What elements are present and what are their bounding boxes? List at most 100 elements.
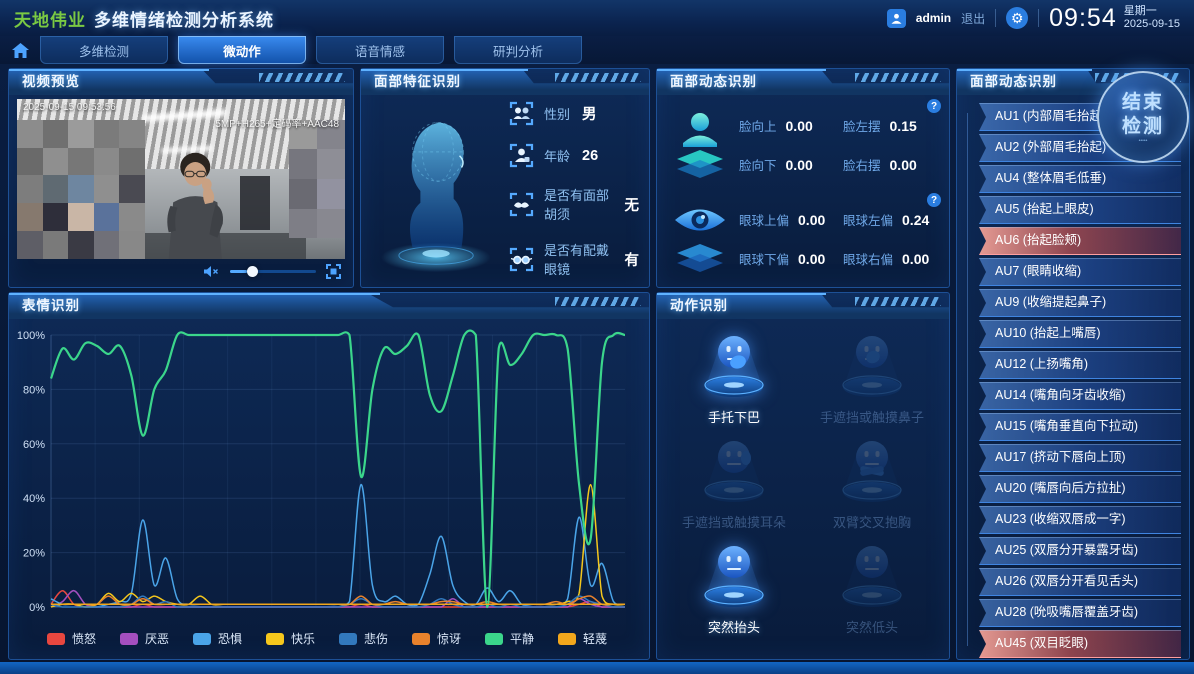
svg-text:60%: 60% <box>23 439 45 451</box>
panel-title: 动作识别 <box>657 293 949 319</box>
panel-title: 面部动态识别 <box>657 69 949 95</box>
feature-label: 性别 <box>544 104 570 123</box>
action-label: 手遮挡或触摸耳朵 <box>682 512 786 531</box>
action-hologram-icon <box>688 325 780 405</box>
person-in-video <box>151 131 240 259</box>
au-item[interactable]: AU10 (抬起上嘴唇) <box>979 320 1181 348</box>
au-item[interactable]: AU25 (双唇分开暴露牙齿) <box>979 537 1181 565</box>
fullscreen-icon[interactable] <box>326 264 341 279</box>
legend-item[interactable]: 悲伤 <box>339 630 388 647</box>
au-item[interactable]: AU28 (吮吸嘴唇覆盖牙齿) <box>979 599 1181 627</box>
au-item[interactable]: AU14 (嘴角向牙齿收缩) <box>979 382 1181 410</box>
app-title: 多维情绪检测分析系统 <box>94 6 274 31</box>
dynamics-label: 脸向下 <box>739 155 777 174</box>
legend-item[interactable]: 快乐 <box>266 630 315 647</box>
stop-detection-button[interactable]: 结束 检测 <box>1097 71 1189 163</box>
legend-label: 悲伤 <box>364 630 388 647</box>
feature-row: 年龄26 <box>509 143 639 168</box>
action-item[interactable]: 突然抬头 <box>665 535 803 636</box>
feature-value: 26 <box>582 148 598 164</box>
age-icon <box>509 143 534 168</box>
weekday: 星期一 <box>1124 5 1180 18</box>
beard-icon <box>509 192 534 217</box>
action-label: 手遮挡或触摸鼻子 <box>820 407 924 426</box>
action-item[interactable]: 突然低头 <box>803 535 941 636</box>
au-item[interactable]: AU12 (上扬嘴角) <box>979 351 1181 379</box>
mute-icon[interactable] <box>204 265 220 278</box>
au-item[interactable]: AU23 (收缩双唇成一字) <box>979 506 1181 534</box>
tab-2[interactable]: 微动作 <box>178 36 306 64</box>
home-icon[interactable] <box>0 36 40 64</box>
legend-label: 快乐 <box>291 630 315 647</box>
action-item[interactable]: 双臂交叉抱胸 <box>803 430 941 531</box>
au-item[interactable]: AU4 (整体眉毛低垂) <box>979 165 1181 193</box>
svg-text:100%: 100% <box>17 330 45 342</box>
legend-item[interactable]: 恐惧 <box>193 630 242 647</box>
dynamics-value: 0.00 <box>786 118 813 134</box>
au-item[interactable]: AU20 (嘴唇向后方拉扯) <box>979 475 1181 503</box>
help-icon[interactable]: ? <box>927 99 941 113</box>
stop-button-line2: 检测 <box>1122 115 1164 139</box>
au-item[interactable]: AU26 (双唇分开看见舌头) <box>979 568 1181 596</box>
volume-slider[interactable] <box>230 270 316 273</box>
au-item[interactable]: AU5 (抬起上眼皮) <box>979 196 1181 224</box>
tab-1[interactable]: 多维检测 <box>40 36 168 64</box>
action-item[interactable]: 手遮挡或触摸耳朵 <box>665 430 803 531</box>
date: 2025-09-15 <box>1124 18 1180 31</box>
user-avatar-icon <box>887 9 906 28</box>
au-item[interactable]: AU15 (嘴角垂直向下拉动) <box>979 413 1181 441</box>
dynamics-label: 脸向上 <box>739 116 777 135</box>
brand-logo: 天地伟业 <box>14 6 86 31</box>
action-hologram-icon <box>826 325 918 405</box>
footer-bar <box>0 662 1194 674</box>
action-hologram-icon <box>688 430 780 510</box>
dynamics-label: 眼球下偏 <box>739 249 789 268</box>
action-item[interactable]: 手遮挡或触摸鼻子 <box>803 325 941 426</box>
gender-icon <box>509 101 534 126</box>
divider <box>995 9 996 27</box>
nav-bar: 多维检测微动作语音情感研判分析 <box>0 36 1194 64</box>
dynamics-sections: 脸向上0.00脸左摆0.15脸向下0.00脸右摆0.00?眼球上偏0.00眼球左… <box>657 95 949 281</box>
dynamics-value: 0.24 <box>902 212 929 228</box>
clock: 09:54 星期一 2025-09-15 <box>1049 4 1180 33</box>
au-item[interactable]: AU17 (挤动下唇向上顶) <box>979 444 1181 472</box>
tab-4[interactable]: 研判分析 <box>454 36 582 64</box>
dynamics-section: 眼球上偏0.00眼球左偏0.24眼球下偏0.00眼球右偏0.00? <box>667 197 939 281</box>
logout-button[interactable]: 退出 <box>961 10 985 27</box>
legend-item[interactable]: 平静 <box>485 630 534 647</box>
legend-label: 轻蔑 <box>583 630 607 647</box>
legend-item[interactable]: 厌恶 <box>120 630 169 647</box>
video-player[interactable]: 2025-09-15 09:53:56 5MP+H265+定码率+AAC48 <box>17 99 345 259</box>
dynamics-cell: 眼球右偏0.00 <box>843 249 939 268</box>
panel-header: 视频预览 <box>9 69 353 95</box>
nav-tabs: 多维检测微动作语音情感研判分析 <box>40 36 592 64</box>
time: 09:54 <box>1049 4 1117 33</box>
legend-swatch <box>193 633 211 645</box>
action-item[interactable]: 手托下巴 <box>665 325 803 426</box>
dynamics-value: 0.00 <box>798 212 825 228</box>
au-item[interactable]: AU6 (抬起脸颊) <box>979 227 1181 255</box>
legend-swatch <box>47 633 65 645</box>
svg-text:0%: 0% <box>29 602 45 614</box>
legend-item[interactable]: 惊讶 <box>412 630 461 647</box>
legend-label: 惊讶 <box>437 630 461 647</box>
au-item[interactable]: AU9 (收缩提起鼻子) <box>979 289 1181 317</box>
legend-swatch <box>266 633 284 645</box>
divider <box>1038 9 1039 27</box>
gear-icon[interactable]: ⚙ <box>1006 7 1028 29</box>
au-item[interactable]: AU45 (双目眨眼) <box>979 630 1181 658</box>
volume-knob[interactable] <box>247 266 258 277</box>
feature-row: 性别男 <box>509 101 639 126</box>
glasses-icon <box>509 247 534 272</box>
feature-row: 是否有配戴眼镜有 <box>509 240 639 278</box>
dynamics-cell: 眼球下偏0.00 <box>739 249 835 268</box>
au-item[interactable]: AU7 (眼睛收缩) <box>979 258 1181 286</box>
help-icon[interactable]: ? <box>927 193 941 207</box>
legend-item[interactable]: 愤怒 <box>47 630 96 647</box>
tab-3[interactable]: 语音情感 <box>316 36 444 64</box>
legend-swatch <box>558 633 576 645</box>
legend-swatch <box>339 633 357 645</box>
legend-item[interactable]: 轻蔑 <box>558 630 607 647</box>
dynamics-value: 0.00 <box>890 157 917 173</box>
dynamics-label: 脸左摆 <box>843 116 881 135</box>
